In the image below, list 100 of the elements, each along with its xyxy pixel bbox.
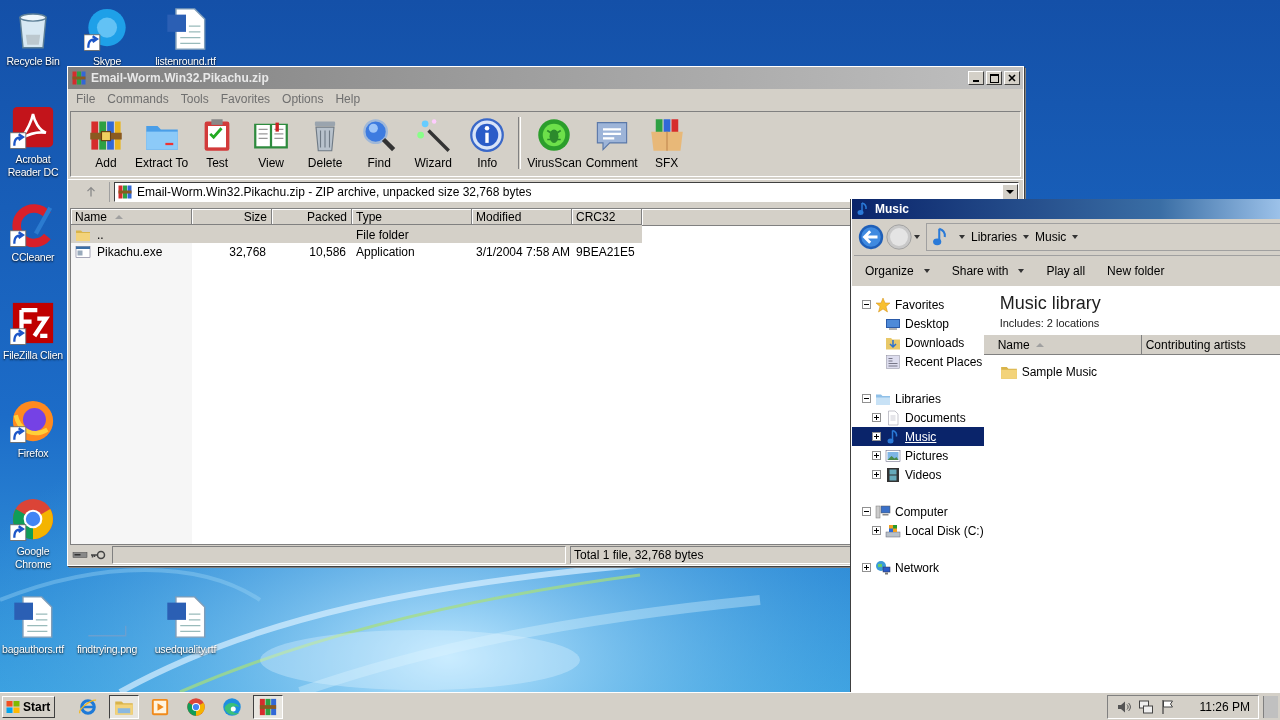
expand-toggle-icon[interactable] (872, 451, 881, 460)
toolbar-button[interactable]: SFX (639, 114, 694, 173)
toolbar-button[interactable]: Test (190, 114, 245, 173)
tree-item[interactable]: Videos (852, 465, 984, 484)
browser-icon (222, 696, 243, 717)
toolbar-button[interactable]: Delete (298, 114, 353, 173)
desktop-icon-label[interactable]: Firefox (17, 447, 49, 460)
command-button[interactable]: Share with (951, 264, 1025, 278)
column-header[interactable]: Modified (472, 209, 572, 225)
desktop-icon-label[interactable]: FileZilla Clien (3, 349, 63, 362)
toolbar-button[interactable]: Info (460, 114, 515, 173)
tree-item[interactable]: Documents (852, 408, 984, 427)
path-field[interactable]: Email-Worm.Win32.Pikachu.zip - ZIP archive, unpacked size 32,768 bytes (114, 182, 1019, 202)
column-header[interactable]: CRC32 (572, 209, 642, 225)
breadcrumb-item[interactable]: Music (1035, 230, 1067, 244)
tree-item[interactable]: Local Disk (C:) (852, 521, 984, 540)
app-icon[interactable] (10, 104, 56, 150)
archive-icon (71, 70, 87, 86)
breadcrumb-item[interactable]: Libraries (971, 230, 1018, 244)
expand-toggle-icon[interactable] (872, 470, 881, 479)
windows-logo-icon (5, 698, 21, 715)
maximize-button[interactable] (986, 71, 1002, 85)
window-title: Music (875, 202, 910, 216)
tree-item[interactable]: Music (852, 427, 984, 446)
command-button[interactable]: New folder (1107, 264, 1165, 278)
column-header[interactable]: Name (71, 209, 192, 225)
desktop-icon-label[interactable]: Recycle Bin (6, 55, 60, 68)
collapse-toggle-icon[interactable] (862, 300, 871, 309)
tree-label[interactable]: Libraries (895, 391, 942, 406)
desktop-icon-label[interactable]: listenround.rtf (155, 55, 216, 68)
caret-icon[interactable] (1072, 235, 1079, 239)
start-button[interactable]: Start (2, 695, 56, 718)
toolbar-button[interactable]: Wizard (406, 114, 461, 173)
browser-icon (186, 696, 207, 717)
tree-item[interactable]: Downloads (852, 333, 984, 352)
tree-label[interactable]: Recent Places (905, 354, 983, 369)
minimize-button[interactable] (968, 71, 984, 85)
file-name[interactable]: Sample Music (1021, 365, 1098, 379)
tree-item[interactable]: Pictures (852, 446, 984, 465)
tree-item[interactable]: Desktop (852, 314, 984, 333)
browser-icon (78, 696, 99, 717)
column-header[interactable]: Size (192, 209, 272, 225)
desktop-icon-label[interactable]: Acrobat Reader DC (0, 153, 66, 179)
column-header[interactable]: Name (983, 335, 1142, 355)
command-button[interactable]: Organize (865, 264, 930, 278)
tree-item[interactable]: Recent Places (852, 352, 984, 371)
table-row[interactable]: Pikachu.exe 32,768 10,586 Application 3/1/2004 7:58 AM 9BEA21E5 (71, 243, 642, 260)
flag-icon[interactable] (1159, 698, 1176, 715)
expand-toggle-icon[interactable] (872, 413, 881, 422)
table-cell-text: 3/1/2004 7:58 AM (475, 244, 572, 259)
desktop-icon-label[interactable]: Google Chrome (0, 545, 66, 571)
taskbar-button[interactable] (253, 694, 284, 719)
tree-label[interactable]: Favorites (895, 297, 945, 312)
app-icon[interactable] (10, 398, 56, 444)
address-bar[interactable]: Libraries Music (926, 223, 1280, 251)
back-button[interactable] (858, 224, 884, 250)
clock[interactable]: 11:26 PM (1181, 699, 1258, 714)
toolbar-button[interactable]: VirusScan (525, 114, 584, 173)
tree-item[interactable]: Computer (852, 502, 984, 521)
bug-icon (536, 117, 573, 153)
archive-icon (117, 184, 133, 200)
taskbar-button[interactable] (109, 694, 140, 719)
tree-label[interactable]: Computer (895, 504, 948, 519)
caret-icon[interactable] (1023, 235, 1030, 239)
toolbar-button[interactable]: Comment (583, 114, 640, 173)
tree-label[interactable]: Downloads (905, 335, 965, 350)
toolbar-button[interactable]: Extract To (133, 114, 191, 173)
tree-label[interactable]: Music (905, 429, 937, 444)
desktop-icon-label[interactable]: Skype (92, 55, 122, 68)
collapse-toggle-icon[interactable] (862, 507, 871, 516)
caret-icon[interactable] (914, 235, 920, 239)
picture-icon (885, 447, 901, 464)
network-icon[interactable] (1137, 698, 1154, 715)
table-row[interactable]: .. File folder (71, 226, 642, 243)
computer-icon (875, 503, 891, 520)
expand-toggle-icon[interactable] (862, 563, 871, 572)
tree-label[interactable]: Documents (905, 410, 966, 425)
column-header[interactable]: Type (352, 209, 472, 225)
command-button[interactable]: Play all (1046, 264, 1086, 278)
column-header[interactable]: Packed (272, 209, 352, 225)
tree-label[interactable]: Videos (905, 467, 942, 482)
tree-label[interactable]: Pictures (905, 448, 949, 463)
tree-item[interactable]: Favorites (852, 295, 984, 314)
toolbar-button[interactable]: View (244, 114, 299, 173)
toolbar-button[interactable]: Find (352, 114, 407, 173)
tree-label[interactable]: Desktop (905, 316, 950, 331)
tree-label[interactable]: Local Disk (C:) (905, 523, 984, 538)
toolbar-button[interactable]: Add (79, 114, 133, 173)
caret-icon[interactable] (959, 235, 965, 239)
expand-toggle-icon[interactable] (872, 526, 881, 535)
tree-item[interactable]: Libraries (852, 389, 984, 408)
app-icon[interactable] (10, 496, 56, 542)
expand-toggle-icon[interactable] (872, 432, 881, 441)
show-desktop-button[interactable] (1263, 695, 1278, 718)
wand-icon (415, 117, 452, 153)
app-icon[interactable] (10, 300, 56, 346)
dropdown-button[interactable] (1002, 184, 1018, 200)
close-button[interactable] (1004, 71, 1020, 85)
desktop-icon-label[interactable]: CCleaner (11, 251, 55, 264)
collapse-toggle-icon[interactable] (862, 394, 871, 403)
